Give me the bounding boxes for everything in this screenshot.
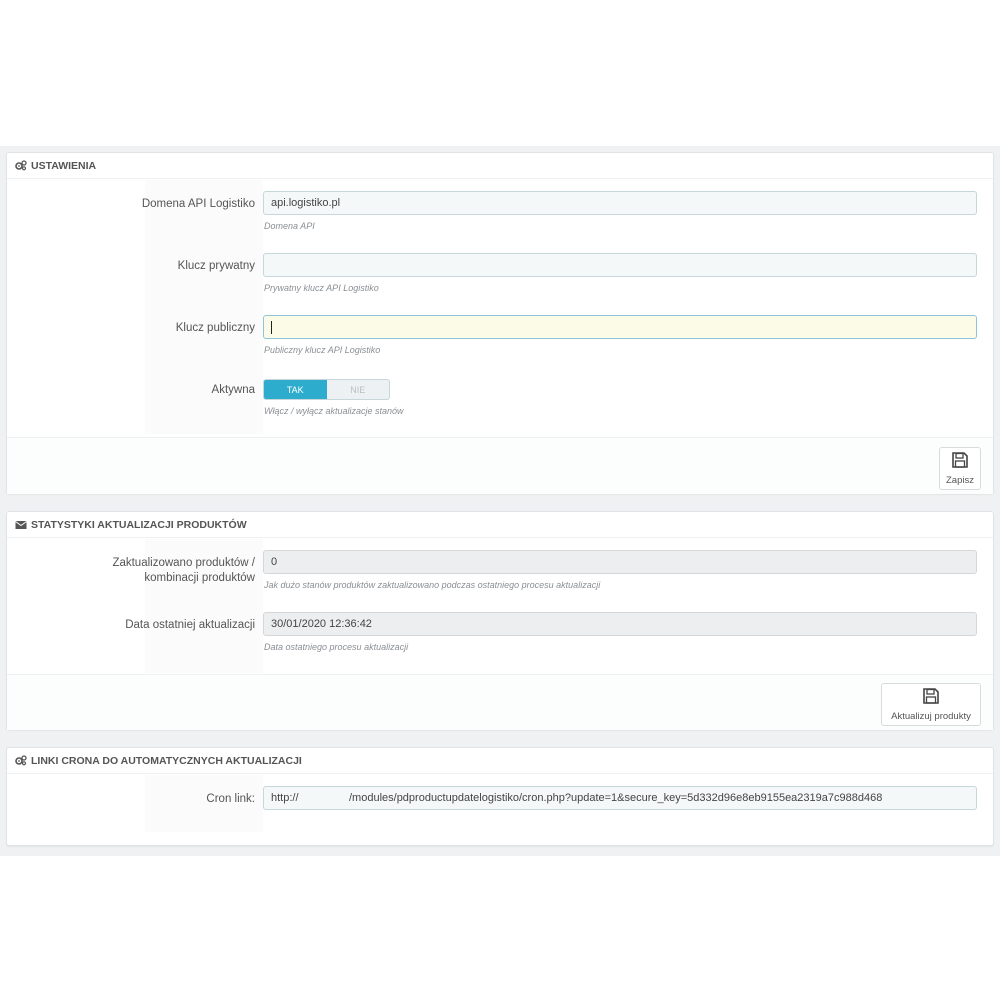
cron-link-prefix: http:// [271,792,299,804]
floppy-disk-icon [922,687,940,708]
settings-panel-title: USTAWIENIA [31,159,97,172]
public-key-input[interactable] [263,315,977,339]
cron-panel-heading: LINKI CRONA DO AUTOMATYCZNYCH AKTUALIZAC… [7,748,993,774]
last-update-help: Data ostatniego procesu aktualizacji [264,642,409,652]
stats-panel-heading: STATYSTYKI AKTUALIZACJI PRODUKTÓW [7,512,993,538]
updated-count-value: 0 [271,556,278,568]
updated-count-help: Jak dużo stanów produktów zaktualizowano… [264,580,601,590]
last-update-label: Data ostatniej aktualizacji [125,619,255,631]
public-key-label: Klucz publiczny [175,322,255,334]
public-key-help: Publiczny klucz API Logistiko [264,345,381,355]
settings-panel-footer: Zapisz [7,437,993,494]
settings-panel: USTAWIENIA Domena API Logistiko Domena A… [6,152,994,494]
cron-panel-title: LINKI CRONA DO AUTOMATYCZNYCH AKTUALIZAC… [31,754,302,767]
settings-panel-heading: USTAWIENIA [7,153,993,179]
gears-icon [15,755,27,766]
toggle-no-option[interactable]: NIE [327,380,390,399]
cron-panel: LINKI CRONA DO AUTOMATYCZNYCH AKTUALIZAC… [6,747,994,846]
updated-count-field: 0 [263,550,977,574]
last-update-value: 30/01/2020 12:36:42 [271,618,372,630]
domain-label: Domena API Logistiko [141,198,255,210]
cron-link-field[interactable]: http:// /modules/pdproductupdatelogistik… [263,786,977,810]
private-key-input-field[interactable] [271,259,969,271]
private-key-input[interactable] [263,253,977,277]
updated-count-label: Zaktualizowano produktów / kombinacji pr… [112,557,255,584]
stats-panel: STATYSTYKI AKTUALIZACJI PRODUKTÓW Zaktua… [6,511,994,730]
update-products-button[interactable]: Aktualizuj produkty [881,683,981,726]
private-key-help: Prywatny klucz API Logistiko [264,283,379,293]
domain-input[interactable] [263,191,977,215]
stats-panel-title: STATYSTYKI AKTUALIZACJI PRODUKTÓW [31,518,247,531]
active-help: Włącz / wyłącz aktualizacje stanów [264,406,404,416]
update-products-button-label: Aktualizuj produkty [891,711,971,722]
cron-link-label: Cron link: [206,793,255,805]
stats-panel-footer: Aktualizuj produkty [7,674,993,730]
save-button[interactable]: Zapisz [939,447,981,490]
active-toggle[interactable]: TAK NIE [263,379,390,400]
domain-help: Domena API [264,221,315,231]
save-button-label: Zapisz [946,475,974,486]
text-caret [271,320,272,334]
toggle-yes-option[interactable]: TAK [264,380,327,399]
envelope-icon [15,520,27,530]
gears-icon [15,160,27,171]
domain-input-field[interactable] [271,197,969,209]
floppy-disk-icon [951,451,969,472]
cron-link-path: /modules/pdproductupdatelogistiko/cron.p… [349,792,883,804]
active-label: Aktywna [211,384,255,396]
private-key-label: Klucz prywatny [177,260,255,272]
last-update-field: 30/01/2020 12:36:42 [263,612,977,636]
